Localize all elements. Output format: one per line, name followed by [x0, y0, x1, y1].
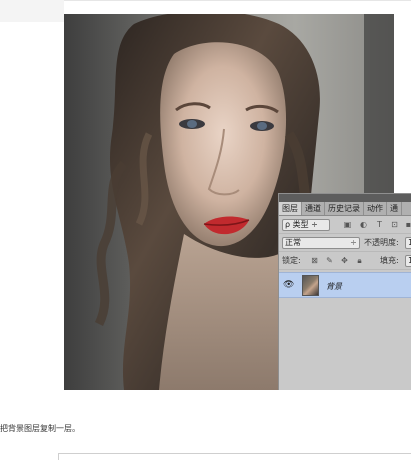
layers-panel: 图层 通道 历史记录 动作 通 ρ 类型 ÷ ▣ ◐ T ⊡ ▪ 正常 ÷ 不透…	[278, 193, 411, 390]
chevron-down-icon: ÷	[350, 238, 357, 247]
tab-layers[interactable]: 图层	[279, 202, 302, 215]
type-filter-icon[interactable]: T	[375, 220, 384, 229]
eye-icon[interactable]: 👁︎	[283, 280, 295, 290]
layer-name: 背景	[326, 282, 342, 291]
fill-input[interactable]: 10	[405, 255, 411, 267]
fill-label: 填充:	[380, 256, 399, 265]
tab-overflow[interactable]: 通	[387, 202, 402, 215]
pixel-filter-icon[interactable]: ▣	[343, 220, 352, 229]
blend-row: 正常 ÷ 不透明度: 10	[279, 234, 411, 252]
layers-empty-area	[279, 298, 411, 390]
lock-row: 锁定: ⊠ ✎ ✥ 🔒︎ 填充: 10	[279, 252, 411, 270]
top-divider	[64, 0, 411, 1]
tab-history[interactable]: 历史记录	[325, 202, 364, 215]
filter-row: ρ 类型 ÷ ▣ ◐ T ⊡ ▪	[279, 216, 411, 234]
opacity-input[interactable]: 10	[405, 237, 411, 249]
instruction-caption: 把背景图层复制一层。	[0, 424, 80, 433]
smart-object-filter-icon[interactable]: ▪	[404, 220, 411, 229]
bottom-divider-box	[58, 453, 411, 460]
layer-thumbnail	[302, 275, 319, 296]
panel-title-bar[interactable]	[279, 194, 411, 202]
left-gray-strip	[0, 0, 64, 22]
shape-filter-icon[interactable]: ⊡	[390, 220, 399, 229]
lock-transparent-icon[interactable]: ⊠	[310, 256, 319, 265]
tab-actions[interactable]: 动作	[364, 202, 387, 215]
adjustment-filter-icon[interactable]: ◐	[359, 220, 368, 229]
lock-position-icon[interactable]: ✥	[340, 256, 349, 265]
lock-image-icon[interactable]: ✎	[325, 256, 334, 265]
panel-tabs: 图层 通道 历史记录 动作 通	[279, 202, 411, 216]
lock-label: 锁定:	[282, 256, 301, 265]
layer-filter-select[interactable]: ρ 类型 ÷	[282, 219, 330, 231]
tab-channels[interactable]: 通道	[302, 202, 325, 215]
layer-row-background[interactable]: 👁︎ 背景	[279, 272, 411, 298]
opacity-label: 不透明度:	[364, 238, 399, 247]
lock-all-icon[interactable]: 🔒︎	[355, 256, 364, 265]
